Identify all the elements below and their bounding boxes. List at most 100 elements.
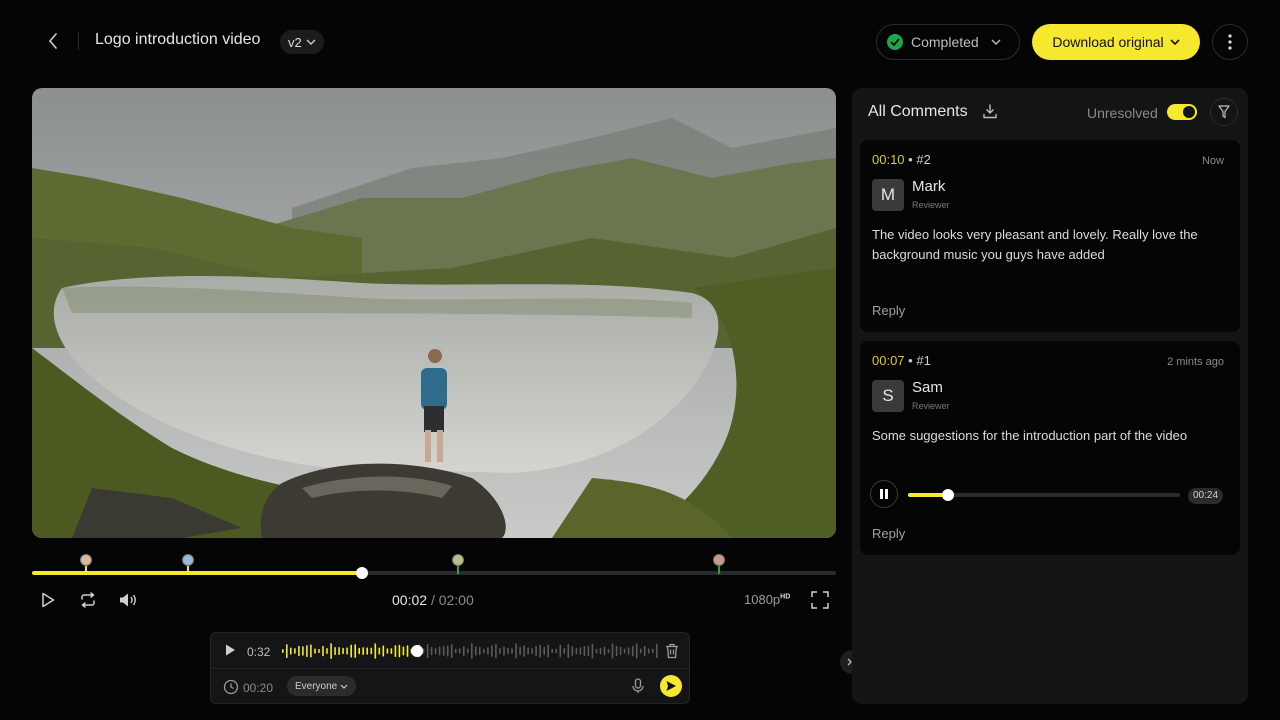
waveform-bar: [487, 647, 489, 655]
reply-button[interactable]: Reply: [872, 526, 905, 541]
play-icon: [42, 592, 55, 608]
send-icon: [666, 681, 676, 691]
status-dropdown[interactable]: Completed: [876, 24, 1020, 60]
waveform-bar: [607, 649, 610, 654]
waveform-bar: [442, 646, 445, 656]
waveform-bar: [656, 643, 658, 659]
audio-scrubber[interactable]: [941, 489, 954, 501]
waveform-bar: [643, 645, 646, 657]
waveform-bar: [563, 648, 566, 654]
reply-button[interactable]: Reply: [872, 303, 905, 318]
unresolved-toggle[interactable]: [1167, 104, 1197, 120]
waveform-bar: [559, 644, 562, 658]
status-label: Completed: [911, 34, 979, 50]
download-original-button[interactable]: Download original: [1032, 24, 1200, 60]
comment-timecode: 00:10: [872, 152, 905, 167]
waveform-bar: [475, 646, 477, 656]
comment-card[interactable]: 00:07 • #1 2 mints ago S Sam Reviewer So…: [860, 341, 1240, 555]
waveform-bar: [463, 646, 465, 656]
comment-marker-avatar[interactable]: [79, 554, 92, 566]
quality-select[interactable]: 1080pHD: [744, 592, 790, 607]
timeline-playhead[interactable]: [355, 567, 368, 579]
waveform[interactable]: [281, 639, 659, 663]
version-select[interactable]: v2: [280, 30, 324, 54]
waveform-bar: [503, 646, 505, 656]
waveform-bar: [346, 647, 348, 655]
delete-voice-button[interactable]: [665, 643, 681, 659]
microphone-button[interactable]: [631, 678, 647, 694]
filter-button[interactable]: [1210, 98, 1238, 126]
comment-timestamp: 00:20: [243, 681, 274, 695]
chevron-left-icon: [48, 33, 57, 49]
waveform-bar: [350, 644, 352, 658]
filter-icon: [1218, 105, 1230, 119]
waveform-bar: [282, 649, 284, 653]
waveform-bar: [515, 643, 517, 659]
back-button[interactable]: [40, 28, 66, 54]
trash-icon: [666, 643, 678, 659]
waveform-bar: [611, 643, 614, 659]
volume-button[interactable]: [116, 588, 140, 612]
comment-marker-avatar[interactable]: [713, 554, 726, 566]
waveform-bar: [627, 647, 630, 655]
panel-collapse-toggle[interactable]: [840, 650, 852, 674]
video-frame[interactable]: [32, 88, 836, 538]
waveform-bar: [318, 648, 320, 653]
waveform-bar: [595, 648, 598, 654]
comment-number: #2: [916, 152, 931, 167]
waveform-bar: [310, 644, 312, 658]
send-button[interactable]: [660, 675, 682, 697]
waveform-bar: [555, 648, 557, 654]
comment-timecode: 00:07: [872, 353, 905, 368]
timeline-progress: [32, 571, 362, 575]
audio-pause-button[interactable]: [870, 480, 898, 508]
audio-progress-track[interactable]: [908, 489, 1180, 501]
waveform-bar: [334, 647, 336, 655]
comment-number: #1: [916, 353, 931, 368]
waveform-bar: [458, 648, 461, 654]
comment-time-ago: 2 mints ago: [1167, 356, 1224, 368]
export-comments-button[interactable]: [982, 103, 998, 119]
waveform-bar: [314, 648, 316, 654]
time-separator: /: [430, 592, 435, 608]
clock-icon: [223, 679, 239, 695]
waveform-bar: [547, 644, 549, 658]
waveform-bar: [398, 644, 401, 658]
quality-label: 1080p: [744, 592, 781, 607]
comment-time-ago: Now: [1201, 155, 1224, 167]
comment-card[interactable]: 00:10 • #2 Now M Mark Reviewer The video…: [860, 140, 1240, 332]
hd-badge: HD: [780, 593, 791, 601]
download-label: Download original: [1052, 34, 1164, 50]
voice-play-button[interactable]: [223, 643, 239, 659]
waveform-bar: [382, 645, 385, 657]
fullscreen-button[interactable]: [808, 588, 832, 612]
more-options-button[interactable]: [1212, 24, 1248, 60]
waveform-bar: [647, 648, 650, 654]
waveform-bar: [639, 648, 642, 654]
comment-marker-avatar[interactable]: [181, 554, 194, 566]
chevron-right-icon: [847, 658, 852, 666]
comment-time-ref[interactable]: 00:07 • #1: [872, 353, 931, 368]
waveform-bar: [446, 645, 449, 657]
video-timeline[interactable]: [32, 552, 836, 579]
waveform-bar: [326, 648, 328, 654]
audience-select[interactable]: Everyone: [287, 676, 357, 696]
loop-button[interactable]: [76, 588, 100, 612]
waveform-playhead: [411, 645, 424, 657]
play-button[interactable]: [36, 588, 60, 612]
download-icon: [983, 104, 997, 119]
repeat-icon: [81, 592, 95, 608]
voice-note-row: 0:32: [211, 633, 689, 669]
comment-marker-avatar[interactable]: [452, 554, 465, 566]
waveform-bar: [286, 644, 288, 658]
check-circle-icon: [887, 34, 903, 50]
waveform-bar: [471, 643, 473, 659]
comment-time-ref[interactable]: 00:10 • #2: [872, 152, 931, 167]
waveform-bar: [539, 644, 541, 658]
waveform-bar: [298, 645, 300, 657]
avatar: M: [872, 179, 904, 211]
waveform-bar: [499, 648, 501, 654]
total-time: 02:00: [438, 592, 474, 608]
waveform-bar: [527, 647, 529, 655]
waveform-bar: [306, 645, 308, 657]
